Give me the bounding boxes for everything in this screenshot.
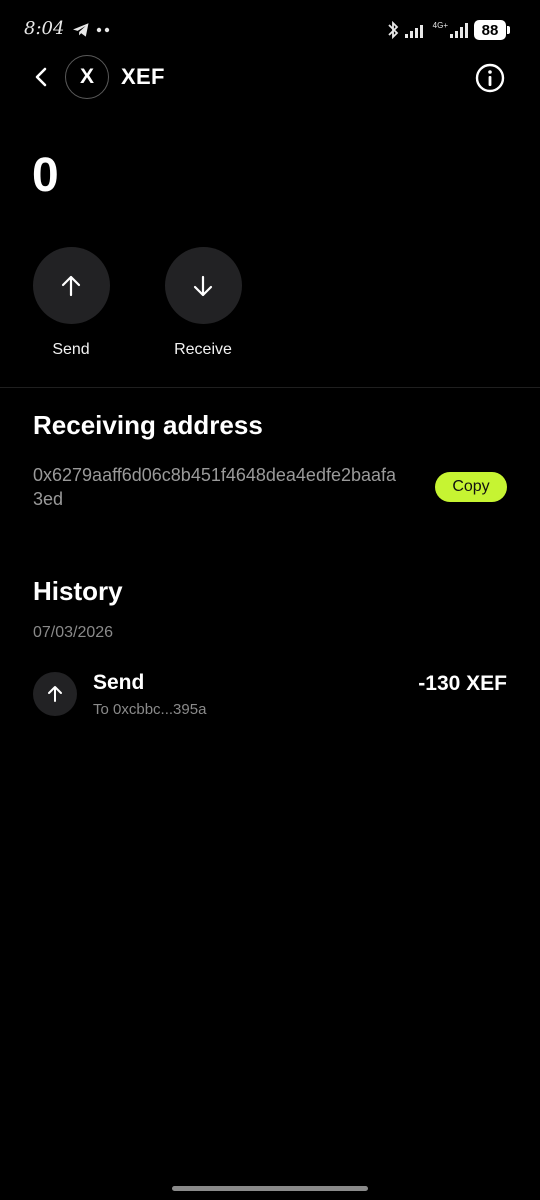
status-time: 8:04	[24, 18, 65, 39]
info-icon	[475, 63, 505, 93]
tx-type: Send	[93, 671, 145, 694]
telegram-icon	[73, 23, 89, 37]
more-dots-icon	[96, 27, 110, 33]
tx-send-icon-wrap	[33, 672, 77, 716]
history-title: History	[33, 576, 123, 606]
back-button[interactable]	[26, 62, 56, 92]
divider	[0, 387, 540, 388]
arrow-down-icon	[193, 275, 213, 296]
receiving-address-value: 0x6279aaff6d06c8b451f4648dea4edfe2baafa3…	[33, 465, 397, 509]
receive-circle[interactable]	[164, 247, 242, 324]
back-arrow-icon	[35, 67, 47, 87]
token-name: XEF	[121, 64, 165, 89]
status-bar: 8:04 4G+ 88	[0, 0, 540, 60]
history-item[interactable]: Send To 0xcbbc...395a -130 XEF	[33, 668, 507, 724]
status-right-icons: 4G+ 88	[387, 18, 510, 42]
token-logo: X	[65, 55, 109, 99]
battery-indicator: 88	[474, 20, 510, 40]
send-label: Send	[52, 341, 90, 358]
arrow-up-icon	[48, 686, 62, 702]
signal-4g-icon: 4G+	[433, 22, 468, 38]
home-indicator[interactable]	[172, 1186, 368, 1191]
info-button[interactable]	[474, 62, 506, 94]
history-date: 07/03/2026	[33, 624, 114, 641]
arrow-up-icon	[61, 275, 81, 296]
receive-label: Receive	[174, 341, 232, 358]
token-logo-letter: X	[79, 65, 94, 88]
status-left-icons	[72, 21, 110, 39]
copy-button[interactable]: Copy	[435, 472, 507, 502]
network-type: 4G+	[432, 21, 448, 30]
tx-recipient: To 0xcbbc...395a	[93, 701, 207, 718]
send-button[interactable]: Send	[21, 247, 121, 359]
bluetooth-icon	[388, 20, 398, 40]
receiving-address-title: Receiving address	[33, 410, 263, 440]
token-balance: 0	[32, 149, 59, 202]
receive-button[interactable]: Receive	[153, 247, 253, 359]
send-circle[interactable]	[32, 247, 110, 324]
tx-amount: -130 XEF	[418, 672, 507, 695]
signal-icon	[404, 25, 423, 38]
